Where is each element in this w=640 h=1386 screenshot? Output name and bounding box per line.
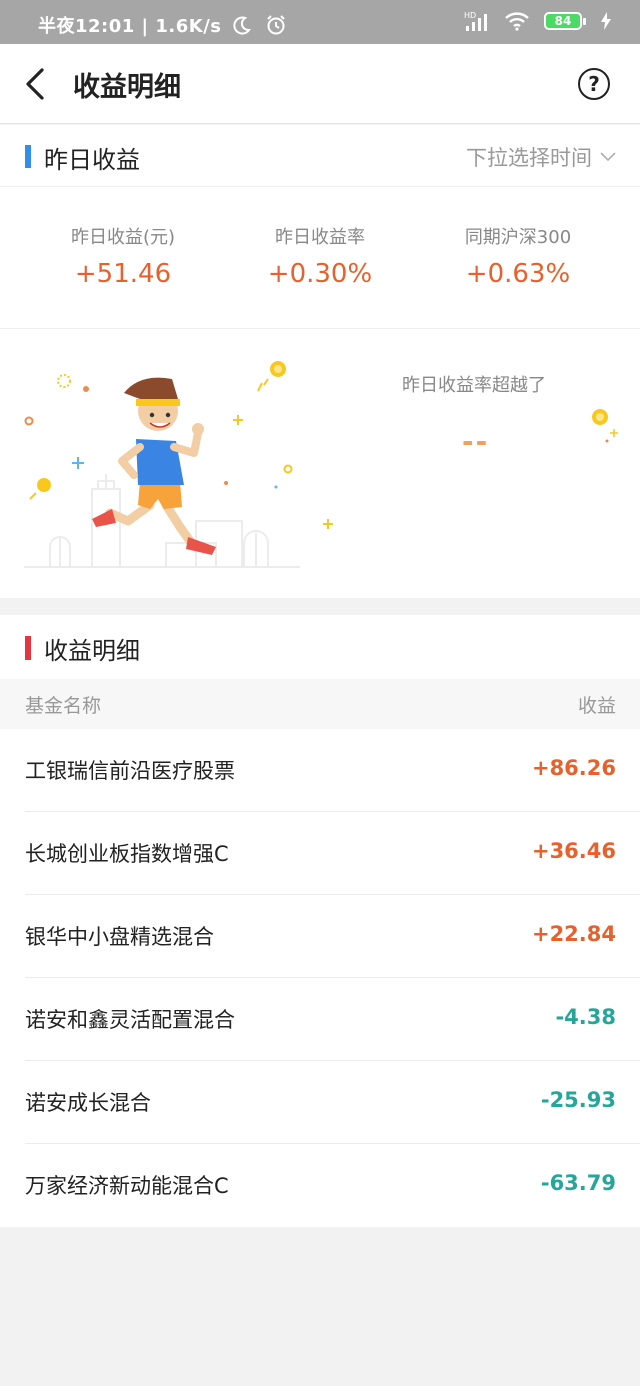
- table-row[interactable]: 诺安和鑫灵活配置混合 -4.38: [0, 978, 640, 1061]
- fund-profit: -63.79: [540, 1171, 616, 1195]
- table-row[interactable]: 工银瑞信前沿医疗股票 +86.26: [0, 729, 640, 812]
- status-icons: HD 84: [464, 10, 612, 32]
- stat-value: +0.30%: [267, 259, 373, 289]
- stat-label: 同期沪深300: [464, 227, 572, 248]
- back-button[interactable]: [18, 62, 58, 106]
- fund-name: 万家经济新动能混合C: [25, 1174, 229, 1198]
- yesterday-section-title: 昨日收益: [44, 146, 140, 174]
- fund-name: 诺安和鑫灵活配置混合: [25, 1008, 235, 1032]
- table-row[interactable]: 诺安成长混合 -25.93: [0, 1061, 640, 1144]
- stats-row: 昨日收益(元) +51.46 昨日收益率 +0.30% 同期沪深300 +0.6…: [0, 187, 640, 329]
- status-time-speed: 半夜12:01 | 1.6K/s: [38, 12, 287, 38]
- illustration-area: 昨日收益率超越了 --: [0, 329, 640, 598]
- beat-rate-value: --: [462, 425, 490, 458]
- stat-hs300: 同期沪深300 +0.63%: [418, 223, 618, 289]
- status-text: 半夜12:01 | 1.6K/s: [38, 16, 222, 37]
- question-mark-icon: ?: [588, 72, 600, 96]
- stat-value: +51.46: [74, 259, 172, 289]
- fund-name: 银华中小盘精选混合: [25, 925, 214, 949]
- column-header-name: 基金名称: [25, 695, 102, 717]
- column-header-profit: 收益: [577, 695, 616, 717]
- table-row[interactable]: 长城创业板指数增强C +36.46: [0, 812, 640, 895]
- help-button[interactable]: ?: [578, 68, 610, 100]
- yesterday-section-header: 昨日收益 下拉选择时间: [0, 125, 640, 187]
- stat-yesterday-income: 昨日收益(元) +51.46: [23, 223, 223, 289]
- chevron-left-icon: [26, 68, 44, 100]
- runner-illustration: [24, 361, 618, 568]
- fund-profit: +86.26: [531, 756, 616, 780]
- detail-section-title: 收益明细: [44, 637, 140, 665]
- section-accent-bar: [25, 145, 31, 168]
- stat-value: +0.63%: [465, 259, 571, 289]
- battery-level: 84: [546, 14, 580, 28]
- page-title: 收益明细: [73, 72, 181, 103]
- table-row[interactable]: 银华中小盘精选混合 +22.84: [0, 895, 640, 978]
- svg-text:HD: HD: [464, 11, 476, 20]
- fund-profit: -4.38: [555, 1005, 616, 1029]
- stat-yesterday-rate: 昨日收益率 +0.30%: [220, 223, 420, 289]
- status-bar: 半夜12:01 | 1.6K/s HD 84: [0, 0, 640, 44]
- nav-bar: 收益明细 ?: [0, 44, 640, 124]
- wifi-icon: [505, 12, 529, 31]
- alarm-icon: [267, 15, 285, 35]
- table-header: 基金名称 收益: [0, 679, 640, 729]
- fund-profit: -25.93: [540, 1088, 616, 1112]
- fund-profit: +22.84: [531, 922, 616, 946]
- stat-label: 昨日收益(元): [70, 227, 176, 248]
- fund-name: 工银瑞信前沿医疗股票: [25, 759, 235, 783]
- section-accent-bar: [25, 636, 31, 660]
- fund-name: 诺安成长混合: [25, 1091, 151, 1115]
- chevron-down-icon: [600, 152, 616, 162]
- fund-name: 长城创业板指数增强C: [25, 842, 229, 866]
- stat-label: 昨日收益率: [275, 227, 365, 248]
- income-detail-card: 收益明细 基金名称 收益 工银瑞信前沿医疗股票 +86.26 长城创业板指数增强…: [0, 615, 640, 1227]
- signal-icon: HD: [464, 11, 487, 31]
- battery-icon: 84: [544, 12, 586, 30]
- table-row[interactable]: 万家经济新动能混合C -63.79: [0, 1144, 640, 1227]
- fund-profit: +36.46: [531, 839, 616, 863]
- time-dropdown[interactable]: 下拉选择时间: [466, 142, 616, 172]
- time-dropdown-label: 下拉选择时间: [466, 146, 592, 170]
- beat-rate-label: 昨日收益率超越了: [402, 375, 546, 396]
- moon-icon: [233, 16, 252, 35]
- yesterday-income-card: 昨日收益 下拉选择时间 昨日收益(元) +51.46 昨日收益率 +0.30% …: [0, 125, 640, 598]
- charging-icon: [601, 12, 611, 30]
